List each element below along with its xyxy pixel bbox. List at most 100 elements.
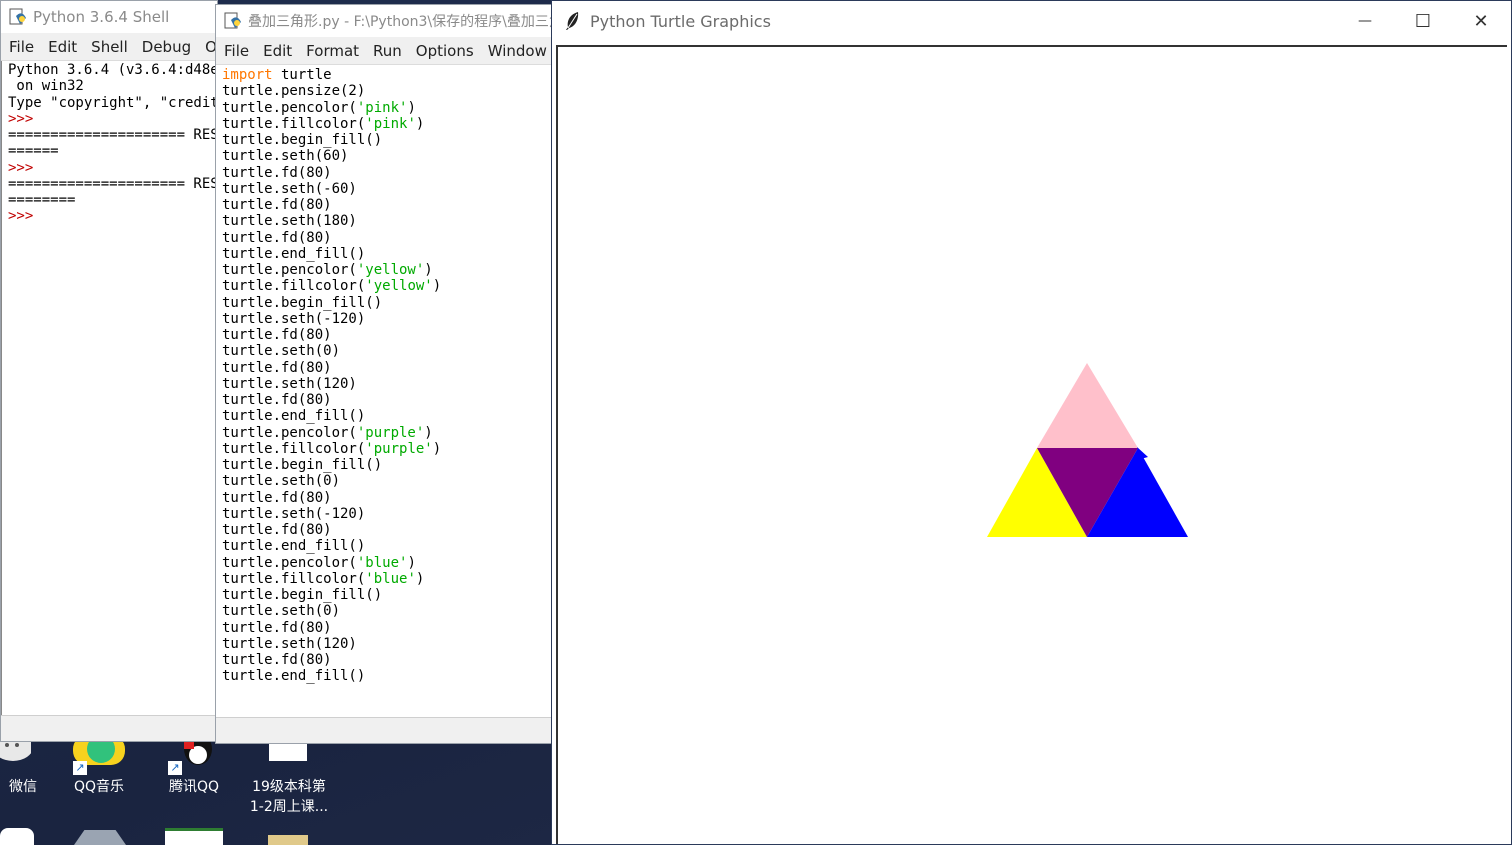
editor-menu-file[interactable]: File xyxy=(224,42,249,60)
shell-statusbar xyxy=(1,715,217,741)
shell-menu-shell[interactable]: Shell xyxy=(91,38,128,56)
shortcut-arrow-icon: ↗ xyxy=(73,761,87,775)
shell-line: >>> xyxy=(8,110,34,127)
desktop-icon-label: 微信 xyxy=(9,779,37,795)
shell-menu-edit[interactable]: Edit xyxy=(48,38,77,56)
desktop-icon-label-line1: 19级本科第 xyxy=(252,779,326,795)
desktop-icon-wechat[interactable]: 微信 xyxy=(0,733,50,797)
code-text: ) xyxy=(407,99,416,116)
shell-menu-debug[interactable]: Debug xyxy=(142,38,191,56)
code-string: 'blue' xyxy=(356,554,408,571)
code-line: turtle.seth(60) xyxy=(222,148,554,164)
code-text: turtle.fillcolor( xyxy=(222,278,366,295)
code-text: ) xyxy=(407,554,416,571)
code-text: ) xyxy=(415,115,425,132)
editor-window[interactable]: 叠加三角形.py - F:\Python3\保存的程序\叠加三角形.py Fil… xyxy=(215,4,555,744)
code-text: turtle.fillcolor( xyxy=(222,115,366,132)
shell-menu-file[interactable]: File xyxy=(9,38,34,56)
desktop-icon-label-line2: 1-2周上课... xyxy=(249,799,329,815)
code-text: ) xyxy=(424,262,433,278)
code-line: turtle.fd(80) xyxy=(222,360,554,376)
code-text: turtle.pencolor( xyxy=(222,99,357,116)
code-line: turtle.seth(-60) xyxy=(222,181,554,197)
code-text: turtle.seth(0) xyxy=(222,473,341,490)
code-string: 'pink' xyxy=(356,99,408,116)
shell-line: ===================== RESTART xyxy=(8,175,217,192)
editor-menu-edit[interactable]: Edit xyxy=(263,42,292,60)
shell-window[interactable]: Python 3.6.4 Shell File Edit Shell Debug… xyxy=(0,0,218,742)
code-line: turtle.seth(180) xyxy=(222,213,554,229)
code-line: turtle.fillcolor('blue') xyxy=(222,571,554,587)
code-text: turtle.seth(0) xyxy=(222,343,341,360)
desktop-icon-partial xyxy=(268,835,308,845)
code-text: ) xyxy=(415,570,425,587)
code-text: turtle xyxy=(272,67,332,83)
shell-menubar: File Edit Shell Debug Options xyxy=(1,33,217,61)
code-string: 'purple' xyxy=(365,440,433,457)
code-text: turtle.fillcolor( xyxy=(222,440,366,457)
code-line: turtle.fd(80) xyxy=(222,490,554,506)
editor-statusbar xyxy=(216,717,554,743)
shell-line: on win32 xyxy=(8,78,84,95)
code-text: turtle.seth(-60) xyxy=(222,180,357,197)
code-line: turtle.begin_fill() xyxy=(222,295,554,311)
code-text: turtle.seth(0) xyxy=(222,603,341,620)
code-line: turtle.seth(0) xyxy=(222,473,554,489)
code-text: turtle.seth(-120) xyxy=(222,505,366,522)
code-text: turtle.fd(80) xyxy=(222,522,332,538)
shell-line: ====== xyxy=(8,143,59,160)
code-line: turtle.pencolor('pink') xyxy=(222,100,554,116)
code-line: turtle.begin_fill() xyxy=(222,457,554,473)
code-text: turtle.seth(180) xyxy=(222,213,357,230)
desktop-icon-tencentqq[interactable]: ↗ 腾讯QQ xyxy=(149,733,239,797)
code-line: turtle.begin_fill() xyxy=(222,587,554,603)
editor-title: 叠加三角形.py - F:\Python3\保存的程序\叠加三角形.py xyxy=(248,14,554,30)
editor-titlebar[interactable]: 叠加三角形.py - F:\Python3\保存的程序\叠加三角形.py xyxy=(216,5,554,37)
code-line: turtle.fillcolor('yellow') xyxy=(222,278,554,294)
code-text: turtle.fd(80) xyxy=(222,619,332,636)
desktop-icon-label: QQ音乐 xyxy=(73,779,125,795)
desktop-icon-partial xyxy=(74,830,126,845)
code-line: turtle.fd(80) xyxy=(222,197,554,213)
shell-output[interactable]: Python 3.6.4 (v3.6.4:d48eceb on win32Typ… xyxy=(1,61,217,715)
shell-titlebar[interactable]: Python 3.6.4 Shell xyxy=(1,1,217,33)
code-string: 'pink' xyxy=(365,115,416,132)
editor-menu-format[interactable]: Format xyxy=(306,42,359,60)
code-line: turtle.fillcolor('pink') xyxy=(222,116,554,132)
code-line: turtle.seth(120) xyxy=(222,376,554,392)
code-line: turtle.end_fill() xyxy=(222,408,554,424)
code-line: import turtle xyxy=(222,67,554,83)
shortcut-arrow-icon: ↗ xyxy=(168,761,182,775)
code-keyword: import xyxy=(222,67,273,83)
desktop-icon-schedule-doc[interactable]: 19级本科第 1-2周上课... xyxy=(244,735,334,817)
code-line: turtle.seth(120) xyxy=(222,636,554,652)
shell-line: Python 3.6.4 (v3.6.4:d48eceb xyxy=(8,62,217,78)
code-string: 'yellow' xyxy=(365,278,433,295)
editor-menu-run[interactable]: Run xyxy=(373,42,402,60)
code-line: turtle.pensize(2) xyxy=(222,83,554,99)
code-string: 'purple' xyxy=(356,424,425,441)
code-line: turtle.fillcolor('purple') xyxy=(222,441,554,457)
desktop-icon-qqmusic[interactable]: ↗ QQ音乐 xyxy=(54,735,144,797)
editor-menu-options[interactable]: Options xyxy=(416,42,474,60)
code-text: turtle.fillcolor( xyxy=(222,570,366,587)
code-line: turtle.seth(-120) xyxy=(222,311,554,327)
code-text: ) xyxy=(424,424,433,441)
turtle-window[interactable]: Python Turtle Graphics — ☐ ✕ xyxy=(551,0,1512,845)
code-text: turtle.fd(80) xyxy=(222,652,332,668)
turtle-drawing xyxy=(987,363,1188,537)
turtle-canvas[interactable] xyxy=(556,45,1507,844)
shell-line: ======== xyxy=(8,192,76,208)
code-text: turtle.seth(-120) xyxy=(222,310,366,327)
code-text: turtle.end_fill() xyxy=(222,668,366,685)
code-text: turtle.begin_fill() xyxy=(222,457,383,473)
code-string: 'blue' xyxy=(365,570,416,587)
code-text: turtle.fd(80) xyxy=(222,359,332,376)
code-text: turtle.fd(80) xyxy=(222,327,332,343)
pink-triangle xyxy=(1037,363,1138,448)
code-text: turtle.pencolor( xyxy=(222,262,357,278)
editor-menu-window[interactable]: Window xyxy=(488,42,547,60)
shell-line: >>> xyxy=(8,208,34,225)
editor-code[interactable]: import turtle turtle.pensize(2) turtle.pen… xyxy=(216,65,554,717)
code-text: turtle.begin_fill() xyxy=(222,587,383,603)
